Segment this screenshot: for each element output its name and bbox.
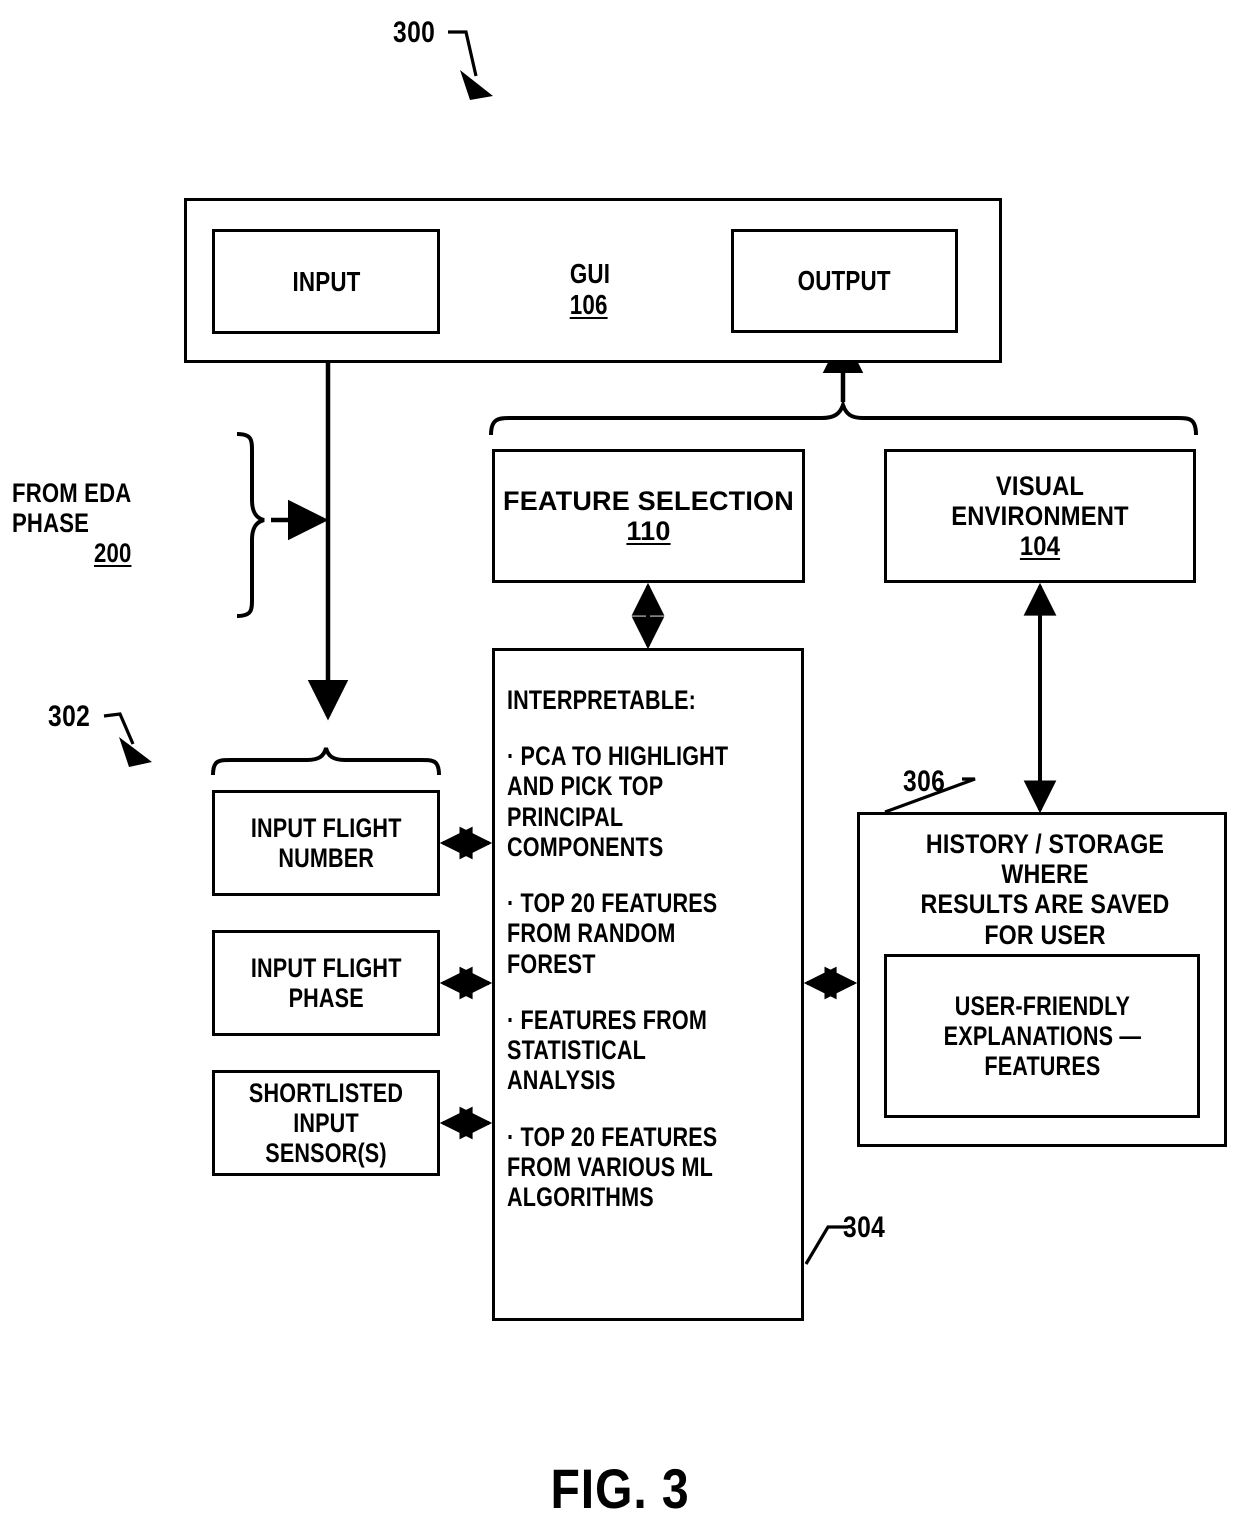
from-eda-phase-label: FROM EDA PHASE 200 [12,478,230,569]
user-friendly-explanations-box[interactable]: USER-FRIENDLY EXPLANATIONS — FEATURES [884,954,1200,1118]
from-eda-phase-ref: 200 [94,538,132,569]
visual-environment-box[interactable]: VISUAL ENVIRONMENT 104 [884,449,1196,583]
interpretable-box[interactable]: INTERPRETABLE: · PCA TO HIGHLIGHT AND PI… [492,648,804,1321]
brace-inputs-group [211,747,441,776]
gui-title-text: GUI [569,258,611,289]
from-eda-phase-text: FROM EDA PHASE [12,478,131,539]
gui-title-ref: 106 [570,289,608,321]
interpretable-bullet-statistical: · FEATURES FROM STATISTICAL ANALYSIS [507,1004,707,1096]
input-box-label: INPUT [292,265,360,297]
input-flight-number-box[interactable]: INPUT FLIGHT NUMBER [212,790,440,896]
user-friendly-explanations-label: USER-FRIENDLY EXPLANATIONS — FEATURES [943,990,1141,1082]
input-flight-phase-label: INPUT FLIGHT PHASE [250,952,402,1013]
shortlisted-input-sensors-box[interactable]: SHORTLISTED INPUT SENSOR(S) [212,1070,440,1176]
feature-selection-label-wrap: FEATURE SELECTION 110 [495,486,802,546]
feature-selection-ref: 110 [626,516,671,546]
feature-selection-box[interactable]: FEATURE SELECTION 110 [492,449,805,583]
reference-numeral-302: 302 [48,700,91,733]
reference-numeral-300: 300 [393,16,436,49]
interpretable-bullet-random-forest: · TOP 20 FEATURES FROM RANDOM FOREST [507,888,718,979]
brace-eda-phase [236,432,265,618]
shortlisted-input-sensors-label: SHORTLISTED INPUT SENSOR(S) [248,1077,404,1169]
input-flight-number-label: INPUT FLIGHT NUMBER [250,812,402,873]
patent-figure-3: 300 302 304 306 INPUT GUI 106 OUTPUT FRO… [0,0,1240,1540]
interpretable-content: INTERPRETABLE: · PCA TO HIGHLIGHT AND PI… [507,685,799,1212]
visual-environment-label: VISUAL ENVIRONMENT [951,470,1129,531]
visual-environment-label-wrap: VISUAL ENVIRONMENT 104 [887,471,1193,562]
visual-environment-ref: 104 [1019,531,1061,562]
lead-line-302 [103,712,152,767]
input-box[interactable]: INPUT [212,229,440,334]
figure-caption: FIG. 3 [550,1457,690,1520]
interpretable-heading: INTERPRETABLE: [507,685,697,715]
interpretable-bullet-ml-algorithms: · TOP 20 FEATURES FROM VARIOUS ML ALGORI… [507,1121,718,1213]
lead-line-304 [804,1225,848,1265]
input-flight-phase-box[interactable]: INPUT FLIGHT PHASE [212,930,440,1036]
output-box[interactable]: OUTPUT [731,229,958,333]
reference-numeral-304: 304 [843,1211,886,1244]
feature-selection-label: FEATURE SELECTION [503,485,794,516]
reference-numeral-306: 306 [903,765,946,798]
lead-line-300 [448,30,493,100]
gui-title: GUI 106 [470,258,710,321]
interpretable-bullet-pca: · PCA TO HIGHLIGHT AND PICK TOP PRINCIPA… [507,741,729,862]
output-box-label: OUTPUT [797,265,892,297]
brace-modules-group [489,398,1198,436]
